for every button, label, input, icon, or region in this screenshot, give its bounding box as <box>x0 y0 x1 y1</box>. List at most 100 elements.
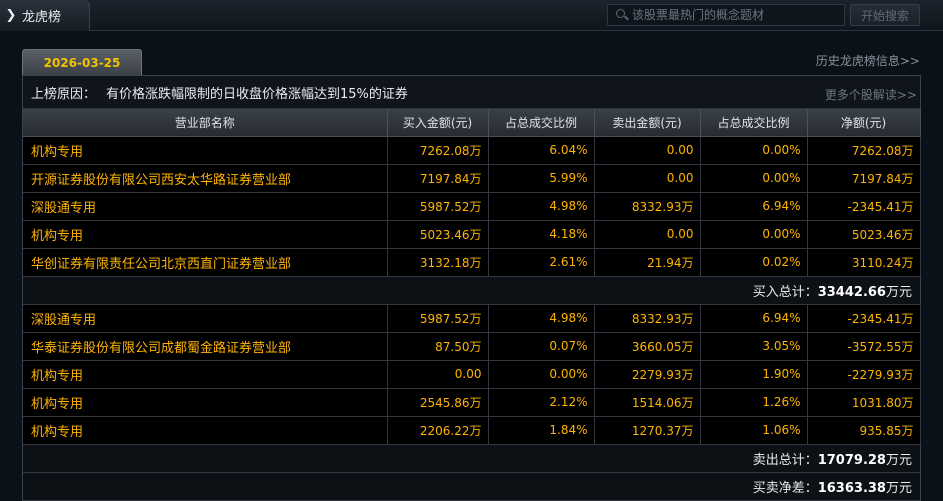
net-total-unit: 万元 <box>885 480 912 496</box>
broker-name[interactable]: 深股通专用 <box>23 304 388 333</box>
sell-amount: 2279.93万 <box>594 360 701 389</box>
column-header: 净额(元) <box>807 109 921 137</box>
top-bar: ❯ 龙虎榜 开始搜索 <box>0 0 943 31</box>
net-amount: -2345.41万 <box>807 304 921 333</box>
buy-amount: 5023.46万 <box>387 220 489 249</box>
table-row: 机构专用 2545.86万 2.12% 1514.06万 1.26% 1031.… <box>23 388 921 417</box>
broker-name[interactable]: 机构专用 <box>23 360 388 389</box>
sell-total-value: 17079.28 <box>817 452 886 468</box>
table-header-row: 营业部名称 买入金额(元) 占总成交比例 卖出金额(元) 占总成交比例 净额(元… <box>23 109 921 137</box>
net-total-row: 买卖净差：16363.38万元 <box>23 472 920 501</box>
buy-ratio: 2.12% <box>488 388 595 417</box>
reason-label: 上榜原因： <box>31 86 97 102</box>
net-amount: 1031.80万 <box>807 388 921 417</box>
net-amount: -2279.93万 <box>807 360 921 389</box>
trade-table: 营业部名称 买入金额(元) 占总成交比例 卖出金额(元) 占总成交比例 净额(元… <box>23 109 921 501</box>
search-icon <box>608 5 632 25</box>
date-tab[interactable]: 2026-03-25 <box>22 49 142 75</box>
sell-amount: 8332.93万 <box>594 304 701 333</box>
sell-ratio: 0.00% <box>700 220 808 249</box>
sell-amount: 1514.06万 <box>594 388 701 417</box>
broker-name[interactable]: 开源证券股份有限公司西安太华路证券营业部 <box>23 164 388 193</box>
column-header: 营业部名称 <box>23 109 388 137</box>
net-amount: 3110.24万 <box>807 248 921 277</box>
net-total: 买卖净差：16363.38万元 <box>23 472 920 501</box>
sell-total-unit: 万元 <box>885 452 912 468</box>
buy-total-unit: 万元 <box>885 284 912 300</box>
sell-ratio: 3.05% <box>700 332 808 361</box>
net-amount: 7197.84万 <box>807 164 921 193</box>
buy-ratio: 0.07% <box>488 332 595 361</box>
buy-total-value: 33442.66 <box>817 284 886 300</box>
sell-amount: 0.00 <box>594 136 701 165</box>
more-analysis-link[interactable]: 更多个股解读>> <box>825 86 917 103</box>
sell-amount: 21.94万 <box>594 248 701 277</box>
net-amount: 5023.46万 <box>807 220 921 249</box>
search-input[interactable] <box>632 8 844 22</box>
net-amount: -2345.41万 <box>807 192 921 221</box>
broker-name[interactable]: 机构专用 <box>23 416 388 445</box>
buy-ratio: 4.98% <box>488 192 595 221</box>
reason-row: 上榜原因： 有价格涨跌幅限制的日收盘价格涨幅达到15%的证券 更多个股解读>> <box>23 76 920 109</box>
sell-total-row: 卖出总计：17079.28万元 <box>23 444 920 473</box>
sell-amount: 0.00 <box>594 220 701 249</box>
net-total-label: 买卖净差： <box>752 480 818 496</box>
net-amount: -3572.55万 <box>807 332 921 361</box>
column-header: 占总成交比例 <box>488 109 595 137</box>
search-box[interactable] <box>607 4 845 26</box>
column-header: 占总成交比例 <box>700 109 808 137</box>
table-row: 机构专用 5023.46万 4.18% 0.00 0.00% 5023.46万 <box>23 220 921 249</box>
sell-ratio: 0.02% <box>700 248 808 277</box>
broker-name[interactable]: 华创证券有限责任公司北京西直门证券营业部 <box>23 248 388 277</box>
table-row: 机构专用 7262.08万 6.04% 0.00 0.00% 7262.08万 <box>23 136 921 165</box>
buy-total-label: 买入总计： <box>752 284 818 300</box>
sell-ratio: 6.94% <box>700 192 808 221</box>
table-row: 机构专用 2206.22万 1.84% 1270.37万 1.06% 935.8… <box>23 416 921 445</box>
buy-ratio: 2.61% <box>488 248 595 277</box>
net-amount: 935.85万 <box>807 416 921 445</box>
sell-amount: 1270.37万 <box>594 416 701 445</box>
table-row: 机构专用 0.00 0.00% 2279.93万 1.90% -2279.93万 <box>23 360 921 389</box>
buy-ratio: 4.98% <box>488 304 595 333</box>
reason-text: 有价格涨跌幅限制的日收盘价格涨幅达到15%的证券 <box>106 86 408 102</box>
net-total-value: 16363.38 <box>817 480 886 496</box>
sell-total: 卖出总计：17079.28万元 <box>23 444 920 473</box>
broker-name[interactable]: 华泰证券股份有限公司成都蜀金路证券营业部 <box>23 332 388 361</box>
broker-name[interactable]: 机构专用 <box>23 136 388 165</box>
history-link[interactable]: 历史龙虎榜信息>> <box>816 52 920 69</box>
sell-amount: 8332.93万 <box>594 192 701 221</box>
column-header: 卖出金额(元) <box>594 109 701 137</box>
buy-ratio: 5.99% <box>488 164 595 193</box>
sell-amount: 0.00 <box>594 164 701 193</box>
buy-amount: 2206.22万 <box>387 416 489 445</box>
broker-name[interactable]: 机构专用 <box>23 220 388 249</box>
sell-ratio: 1.26% <box>700 388 808 417</box>
sell-total-label: 卖出总计： <box>752 452 818 468</box>
search-button[interactable]: 开始搜索 <box>850 4 920 26</box>
buy-amount: 87.50万 <box>387 332 489 361</box>
buy-ratio: 1.84% <box>488 416 595 445</box>
buy-ratio: 6.04% <box>488 136 595 165</box>
buy-amount: 2545.86万 <box>387 388 489 417</box>
buy-amount: 7262.08万 <box>387 136 489 165</box>
buy-amount: 7197.84万 <box>387 164 489 193</box>
net-amount: 7262.08万 <box>807 136 921 165</box>
broker-name[interactable]: 深股通专用 <box>23 192 388 221</box>
buy-amount: 5987.52万 <box>387 192 489 221</box>
title-tab[interactable]: ❯ 龙虎榜 <box>0 0 90 31</box>
column-header: 买入金额(元) <box>387 109 489 137</box>
buy-amount: 0.00 <box>387 360 489 389</box>
buy-total-row: 买入总计：33442.66万元 <box>23 276 920 305</box>
buy-ratio: 0.00% <box>488 360 595 389</box>
broker-name[interactable]: 机构专用 <box>23 388 388 417</box>
sell-ratio: 0.00% <box>700 136 808 165</box>
sell-ratio: 1.06% <box>700 416 808 445</box>
page-title: 龙虎榜 <box>22 10 62 25</box>
table-row: 深股通专用 5987.52万 4.98% 8332.93万 6.94% -234… <box>23 192 921 221</box>
table-row: 华泰证券股份有限公司成都蜀金路证券营业部 87.50万 0.07% 3660.0… <box>23 332 921 361</box>
chevron-right-icon: ❯ <box>5 8 17 23</box>
sell-amount: 3660.05万 <box>594 332 701 361</box>
buy-amount: 3132.18万 <box>387 248 489 277</box>
table-row: 华创证券有限责任公司北京西直门证券营业部 3132.18万 2.61% 21.9… <box>23 248 921 277</box>
table-row: 开源证券股份有限公司西安太华路证券营业部 7197.84万 5.99% 0.00… <box>23 164 921 193</box>
